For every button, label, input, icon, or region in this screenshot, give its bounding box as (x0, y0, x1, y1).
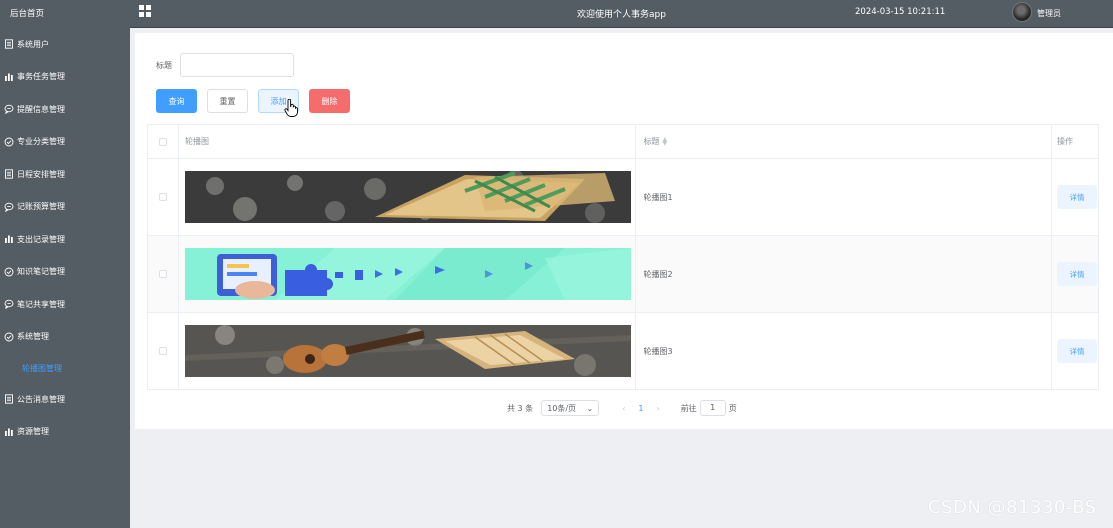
chat-bubble-icon (4, 202, 14, 212)
header-image: 轮播图 (179, 125, 637, 158)
goto-suffix: 页 (728, 403, 737, 413)
sidebar-home[interactable]: 后台首页 (0, 0, 130, 28)
table-row: 轮播图1 详情 (148, 159, 1099, 236)
sidebar-item-label: 系统管理 (17, 332, 49, 342)
chat-bubble-icon (4, 104, 14, 115)
sidebar-item-system-users[interactable]: 系统用户 (0, 28, 130, 61)
sidebar-item-label: 支出记录管理 (17, 234, 65, 244)
sidebar-item-label: 提醒信息管理 (17, 104, 65, 114)
row-checkbox[interactable] (158, 347, 167, 355)
row-title: 轮播图2 (636, 236, 1053, 312)
app-title: 欢迎使用个人事务app (577, 10, 666, 20)
current-page[interactable]: 1 (638, 404, 643, 413)
row-checkbox[interactable] (158, 193, 167, 201)
goto-prefix: 前往 (680, 403, 697, 413)
content-panel: 标题 查询 重置 添加 删除 轮播图 标题 ▲ ▼ 操作 轮播图1 详情 轮播图… (135, 33, 1113, 429)
page-size-select[interactable]: 10条/页 ⌄ (541, 400, 600, 416)
sidebar-item-expense-management[interactable]: 支出记录管理 (0, 223, 130, 256)
table-header-row: 轮播图 标题 ▲ ▼ 操作 (148, 125, 1099, 159)
table-row: 轮播图2 详情 (148, 236, 1099, 313)
sidebar-item-label: 轮播图管理 (22, 363, 62, 373)
search-form: 标题 (156, 53, 294, 77)
sidebar: 后台首页 系统用户 事务任务管理 提醒信息管理 专业分类管理 日程安排管理 记账… (0, 0, 130, 528)
sidebar-item-system-management[interactable]: 系统管理 (0, 321, 130, 354)
sidebar-item-label: 记账预算管理 (17, 202, 65, 212)
circle-check-icon (4, 137, 14, 147)
title-search-input[interactable] (180, 53, 294, 77)
document-icon (4, 169, 14, 179)
sidebar-item-label: 日程安排管理 (17, 169, 65, 179)
select-all-checkbox[interactable] (158, 137, 167, 146)
sidebar-item-label: 专业分类管理 (17, 137, 65, 147)
carousel-table: 轮播图 标题 ▲ ▼ 操作 轮播图1 详情 轮播图2 详情 轮播图3 详情 (147, 124, 1099, 390)
grid-menu-icon[interactable] (139, 5, 151, 17)
pagination: 共 3 条 10条/页 ⌄ ‹ 1 › 前往 1 页 (507, 400, 737, 416)
table-row: 轮播图3 详情 (148, 313, 1099, 390)
prev-page-icon[interactable]: ‹ (622, 404, 625, 413)
detail-button[interactable]: 详情 (1057, 339, 1098, 363)
sidebar-item-schedule-management[interactable]: 日程安排管理 (0, 158, 130, 191)
row-title: 轮播图1 (636, 159, 1053, 235)
hand-pointer-icon (284, 99, 298, 117)
sidebar-item-label: 笔记共享管理 (17, 299, 65, 309)
goto-page-input[interactable]: 1 (699, 400, 726, 416)
detail-button[interactable]: 详情 (1057, 262, 1098, 286)
sidebar-item-label: 知识笔记管理 (17, 267, 65, 277)
bar-chart-icon (4, 72, 14, 82)
sidebar-item-notes-management[interactable]: 知识笔记管理 (0, 256, 130, 289)
title-label: 标题 (156, 60, 172, 70)
sidebar-item-task-management[interactable]: 事务任务管理 (0, 61, 130, 94)
sidebar-item-label: 资源管理 (17, 427, 49, 437)
document-icon (4, 39, 14, 49)
next-page-icon[interactable]: › (656, 404, 659, 413)
circle-check-icon (4, 332, 14, 342)
chevron-down-icon: ⌄ (586, 403, 594, 413)
sidebar-item-notes-sharing[interactable]: 笔记共享管理 (0, 288, 130, 321)
delete-button[interactable]: 删除 (309, 89, 350, 113)
reset-button[interactable]: 重置 (207, 89, 248, 113)
action-buttons: 查询 重置 添加 删除 (156, 89, 360, 113)
sidebar-item-announcement-management[interactable]: 公告消息管理 (0, 383, 130, 416)
sidebar-subitem-carousel[interactable]: 轮播图管理 (0, 353, 130, 383)
top-bar: 欢迎使用个人事务app 2024-03-15 10:21:11 管理员 (130, 0, 1113, 28)
document-icon (4, 394, 14, 404)
row-checkbox[interactable] (158, 270, 167, 278)
watermark-text: CSDN @81330-BS (928, 497, 1097, 518)
carousel-thumbnail (184, 171, 631, 223)
carousel-thumbnail (184, 248, 631, 300)
chat-bubble-icon (4, 299, 14, 310)
row-title: 轮播图3 (636, 313, 1053, 389)
carousel-thumbnail (184, 325, 631, 377)
user-name[interactable]: 管理员 (1037, 8, 1061, 19)
avatar[interactable] (1012, 2, 1032, 22)
sidebar-item-label: 公告消息管理 (17, 394, 65, 404)
sidebar-item-category-management[interactable]: 专业分类管理 (0, 126, 130, 159)
sidebar-item-reminder-management[interactable]: 提醒信息管理 (0, 93, 130, 126)
header-action: 操作 (1052, 125, 1099, 158)
sidebar-item-budget-management[interactable]: 记账预算管理 (0, 191, 130, 224)
detail-button[interactable]: 详情 (1057, 185, 1098, 209)
bar-chart-icon (4, 427, 14, 437)
sidebar-item-label: 系统用户 (17, 39, 49, 49)
sort-caret-icon[interactable]: ▲ ▼ (662, 136, 667, 146)
current-datetime: 2024-03-15 10:21:11 (855, 7, 946, 17)
sidebar-item-label: 事务任务管理 (17, 72, 65, 82)
bar-chart-icon (4, 234, 14, 244)
total-count: 共 3 条 (507, 403, 534, 413)
circle-check-icon (4, 267, 14, 277)
header-title[interactable]: 标题 ▲ ▼ (636, 125, 1053, 158)
sidebar-item-resource-management[interactable]: 资源管理 (0, 416, 130, 449)
query-button[interactable]: 查询 (156, 89, 197, 113)
